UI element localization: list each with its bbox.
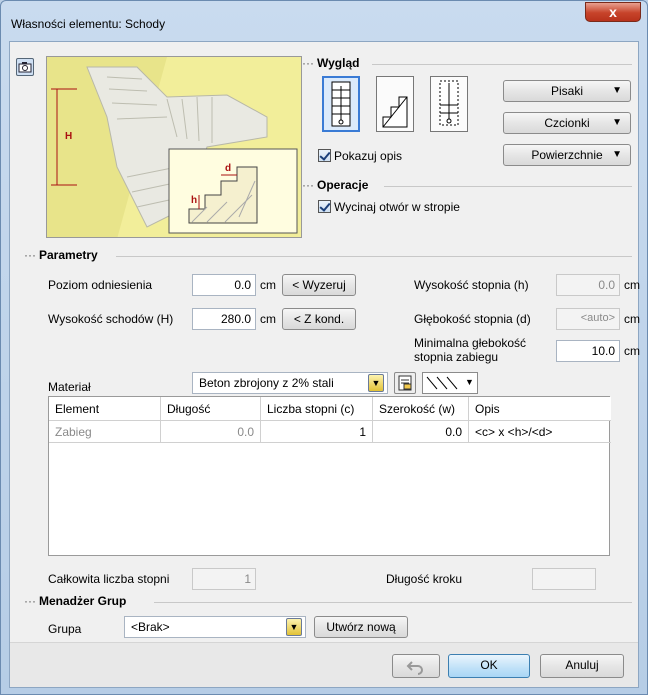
group-manager-divider <box>154 602 632 603</box>
title-bar: Własności elementu: Schody x <box>1 1 647 41</box>
hatch-pattern-icon <box>426 376 458 390</box>
table-header-width[interactable]: Szerokość (w) <box>373 397 469 421</box>
table-header-description[interactable]: Opis <box>469 397 611 421</box>
stairs-elements-table: Element Długość Liczba stopni (c) Szerok… <box>48 396 611 556</box>
table-header-length[interactable]: Długość <box>161 397 261 421</box>
step-length-input <box>532 568 596 590</box>
stair-type-dashed-button[interactable] <box>430 76 468 132</box>
appearance-divider <box>372 64 632 65</box>
camera-icon <box>18 62 32 73</box>
pens-button[interactable]: Pisaki ▼ <box>503 80 631 102</box>
from-storey-button[interactable]: < Z kond. <box>282 308 356 330</box>
min-depth-unit: cm <box>624 344 640 358</box>
dimension-label-d: d <box>225 163 232 174</box>
undo-button[interactable] <box>392 654 440 678</box>
stairs-height-input[interactable]: 280.0 <box>192 308 256 330</box>
side-view-stair-icon <box>382 96 408 128</box>
stair-type-straight-button[interactable] <box>322 76 360 132</box>
group-select[interactable]: <Brak> <box>124 616 306 638</box>
ok-button[interactable]: OK <box>448 654 530 678</box>
fonts-button[interactable]: Czcionki ▼ <box>503 112 631 134</box>
appearance-heading: ··· Wygląd <box>302 56 360 70</box>
group-label: Grupa <box>48 622 82 636</box>
dialog-window: Własności elementu: Schody x H h d ··· W… <box>0 0 648 695</box>
dropdown-arrow-icon: ▼ <box>371 378 381 388</box>
dimension-label-h: h <box>191 195 198 206</box>
stairs-preview-image: H h d <box>46 56 302 238</box>
material-label: Materiał <box>48 380 91 394</box>
table-row-0-description[interactable]: <c> x <h>/<d> <box>469 421 611 443</box>
material-select[interactable]: Beton zbrojony z 2% stali <box>192 372 388 394</box>
step-height-unit: cm <box>624 278 640 292</box>
total-steps-input: 1 <box>192 568 256 590</box>
min-depth-label-line2: stopnia zabiegu <box>414 350 499 364</box>
show-description-checkbox[interactable] <box>318 149 331 162</box>
parameters-divider <box>116 256 632 257</box>
undo-icon <box>406 661 423 675</box>
table-header-steps[interactable]: Liczba stopni (c) <box>261 397 373 421</box>
surfaces-button[interactable]: Powierzchnie ▼ <box>503 144 631 166</box>
step-height-input[interactable]: 0.0 <box>556 274 620 296</box>
dimension-label-H: H <box>65 131 73 142</box>
dialog-body: H h d ··· Wygląd Pisaki ▼ Czcionki ▼ Pow… <box>9 41 640 688</box>
step-length-label: Długość kroku <box>386 572 463 586</box>
step-depth-label: Głębokość stopnia (d) <box>414 312 531 326</box>
parameters-heading: ··· Parametry <box>24 248 98 262</box>
dropdown-arrow-icon: ▼ <box>465 377 474 387</box>
min-depth-label-line1: Minimalna głebokość <box>414 336 527 350</box>
create-group-button[interactable]: Utwórz nową <box>314 616 408 638</box>
dropdown-arrow-icon: ▼ <box>612 149 622 160</box>
show-description-label: Pokazuj opis <box>334 149 403 163</box>
stairs-height-label: Wysokość schodów (H) <box>48 312 174 326</box>
table-header-element[interactable]: Element <box>49 397 161 421</box>
dropdown-arrow-icon: ▼ <box>289 622 299 632</box>
reset-button[interactable]: < Wyzeruj <box>282 274 356 296</box>
step-height-label: Wysokość stopnia (h) <box>414 278 529 292</box>
stairs-height-unit: cm <box>260 312 276 326</box>
reference-level-label: Poziom odniesienia <box>48 278 153 292</box>
min-depth-input[interactable]: 10.0 <box>556 340 620 362</box>
table-row-0-width[interactable]: 0.0 <box>373 421 469 443</box>
reference-level-input[interactable]: 0.0 <box>192 274 256 296</box>
hatch-pattern-select[interactable]: ▼ <box>422 372 478 394</box>
operations-divider <box>384 186 632 187</box>
cut-hole-checkbox[interactable] <box>318 200 331 213</box>
total-steps-label: Całkowita liczba stopni <box>48 572 170 586</box>
material-dropdown-button[interactable]: ▼ <box>368 374 384 392</box>
window-title: Własności elementu: Schody <box>11 17 166 31</box>
dashed-stair-icon <box>439 80 459 126</box>
straight-stair-icon <box>331 81 351 127</box>
properties-icon <box>398 375 412 391</box>
table-row-0-element[interactable]: Zabieg <box>49 421 161 443</box>
table-row-0-length[interactable]: 0.0 <box>161 421 261 443</box>
step-depth-input[interactable]: <auto> <box>556 308 620 330</box>
table-row-0-steps[interactable]: 1 <box>261 421 373 443</box>
reference-level-unit: cm <box>260 278 276 292</box>
stair-type-side-button[interactable] <box>376 76 414 132</box>
camera-button[interactable] <box>16 58 34 76</box>
group-dropdown-button[interactable]: ▼ <box>286 618 302 636</box>
dropdown-arrow-icon: ▼ <box>612 85 622 96</box>
step-depth-unit: cm <box>624 312 640 326</box>
cut-hole-label: Wycinaj otwór w stropie <box>334 200 460 214</box>
material-properties-button[interactable] <box>394 372 416 394</box>
operations-heading: ··· Operacje <box>302 178 369 192</box>
dropdown-arrow-icon: ▼ <box>612 117 622 128</box>
cancel-button[interactable]: Anuluj <box>540 654 624 678</box>
group-manager-heading: ··· Menadżer Grup <box>24 594 127 608</box>
close-button[interactable]: x <box>585 2 641 22</box>
